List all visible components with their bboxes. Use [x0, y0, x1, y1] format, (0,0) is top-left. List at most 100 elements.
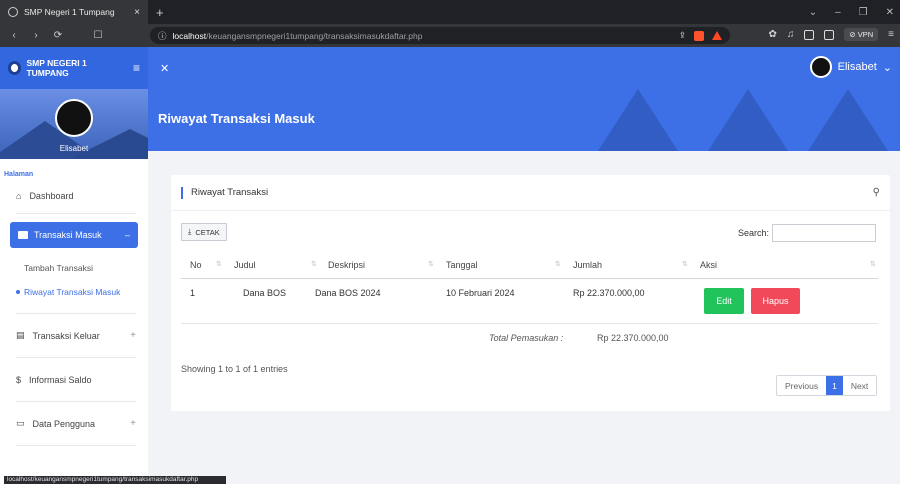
- download-icon: ⤓: [188, 227, 192, 236]
- avatar: [809, 56, 832, 78]
- chevron-down-icon[interactable]: ⌄: [809, 7, 817, 18]
- content-header: Riwayat Transaksi Masuk: [148, 89, 900, 151]
- hamburger-icon[interactable]: ≡: [133, 61, 140, 75]
- url-bar[interactable]: ⓘ localhost/keuangansmpnegeri1tumpang/tr…: [150, 27, 730, 44]
- entries-info: Showing 1 to 1 of 1 entries: [181, 364, 288, 374]
- sidebar-subitem-riwayat-transaksi-masuk[interactable]: Riwayat Transaksi Masuk: [0, 280, 148, 304]
- brave-shield-icon[interactable]: [694, 30, 704, 41]
- column-header-aksi[interactable]: Aksi: [700, 260, 717, 270]
- sidebar-subitem-label: Tambah Transaksi: [24, 263, 93, 273]
- table-header-divider: [181, 278, 878, 279]
- plus-icon: +: [130, 330, 136, 341]
- sidebar-item-label: Transaksi Keluar: [32, 330, 100, 341]
- close-window-button[interactable]: ✕: [886, 7, 894, 18]
- card-icon: [18, 231, 28, 239]
- restore-button[interactable]: ❐: [859, 7, 868, 18]
- total-label: Total Pemasukan :: [489, 333, 564, 343]
- user-name: Elisabet: [837, 61, 877, 73]
- browser-tab[interactable]: SMP Negeri 1 Tumpang ×: [0, 0, 148, 24]
- sidebar-user-name: Elisabet: [59, 144, 89, 153]
- column-header-no[interactable]: No: [190, 260, 202, 270]
- menu-icon[interactable]: ≡: [888, 29, 894, 40]
- tab-title: SMP Negeri 1 Tumpang: [24, 7, 115, 17]
- document-icon: ▤: [16, 330, 25, 340]
- sort-icon[interactable]: ⇅: [311, 260, 317, 268]
- reload-button[interactable]: ⟳: [52, 30, 64, 41]
- sort-icon[interactable]: ⇅: [870, 260, 876, 268]
- close-icon[interactable]: ×: [134, 7, 140, 18]
- card-title: Riwayat Transaksi: [191, 187, 269, 198]
- share-icon[interactable]: ⇪: [679, 30, 686, 41]
- info-icon[interactable]: ⓘ: [158, 30, 167, 42]
- status-bar-url: localhost/keuangansmpnegeri1tumpang/tran…: [4, 476, 226, 484]
- search-label: Search:: [738, 228, 770, 238]
- forward-button[interactable]: ›: [30, 30, 42, 41]
- new-tab-button[interactable]: +: [148, 0, 172, 24]
- sidebar-item-data-pengguna[interactable]: ▭ Data Pengguna +: [16, 402, 136, 446]
- search-input[interactable]: [772, 224, 876, 242]
- column-header-judul[interactable]: Judul: [234, 260, 256, 270]
- bookmark-icon[interactable]: ☐: [92, 30, 104, 41]
- sidebar-avatar: [55, 99, 93, 137]
- page-title: Riwayat Transaksi Masuk: [158, 111, 315, 126]
- home-icon: ⌂: [16, 190, 22, 201]
- user-menu[interactable]: Elisabet ⌄: [809, 56, 892, 78]
- id-card-icon: ▭: [16, 418, 25, 428]
- back-button[interactable]: ‹: [8, 30, 20, 41]
- column-header-tanggal[interactable]: Tanggal: [446, 260, 478, 270]
- card-header: Riwayat Transaksi ⚲: [171, 175, 890, 211]
- address-toolbar: ‹ › ⟳ ☐ ⓘ localhost/keuangansmpnegeri1tu…: [0, 24, 900, 47]
- minimize-button[interactable]: –: [835, 7, 841, 18]
- sidebar-item-transaksi-masuk[interactable]: Transaksi Masuk –: [10, 222, 138, 248]
- sort-icon[interactable]: ⇅: [216, 260, 222, 268]
- extensions-icon[interactable]: ✿: [768, 29, 776, 40]
- sort-icon[interactable]: ⇅: [428, 260, 434, 268]
- collapse-icon[interactable]: ✕: [160, 62, 169, 75]
- sidebar-banner: Elisabet: [0, 89, 148, 159]
- sidebar-item-label: Informasi Saldo: [29, 374, 92, 385]
- column-header-deskripsi[interactable]: Deskripsi: [328, 260, 365, 270]
- brand-name: SMP NEGERI 1 TUMPANG: [26, 58, 87, 78]
- sidebar-item-dashboard[interactable]: ⌂ Dashboard: [16, 178, 136, 214]
- cell-deskripsi: Dana BOS 2024: [315, 288, 381, 298]
- sidebar-subitem-tambah-transaksi[interactable]: Tambah Transaksi: [0, 256, 148, 280]
- brave-rewards-icon[interactable]: [712, 31, 722, 40]
- url-host: localhost: [172, 30, 207, 41]
- vpn-label: VPN: [857, 30, 874, 39]
- page-1-button[interactable]: 1: [826, 376, 843, 395]
- cell-judul: Dana BOS: [243, 288, 287, 298]
- dollar-icon: $: [16, 374, 22, 385]
- playlist-icon[interactable]: ♫: [787, 29, 795, 40]
- edit-button[interactable]: Edit: [704, 288, 744, 314]
- previous-page-button[interactable]: Previous: [777, 376, 827, 395]
- sort-icon[interactable]: ⇅: [682, 260, 688, 268]
- sidebar-item-label: Dashboard: [29, 190, 74, 201]
- transactions-card: Riwayat Transaksi ⚲ ⤓ CETAK Search: No ⇅…: [171, 175, 890, 411]
- sidebar-subitem-label: Riwayat Transaksi Masuk: [24, 287, 121, 297]
- school-logo-icon: [8, 61, 22, 75]
- card-accent-bar: [181, 186, 183, 199]
- active-dot-icon: [16, 290, 20, 294]
- globe-icon: [8, 7, 18, 17]
- url-path: /keuangansmpnegeri1tumpang/transaksimasu…: [206, 30, 423, 41]
- wallet-icon[interactable]: [824, 29, 835, 40]
- column-header-jumlah[interactable]: Jumlah: [573, 260, 602, 270]
- sidebar-item-transaksi-keluar[interactable]: ▤ Transaksi Keluar +: [16, 314, 136, 358]
- brand[interactable]: SMP NEGERI 1 TUMPANG ≡: [0, 47, 148, 89]
- sort-icon[interactable]: ⇅: [555, 260, 561, 268]
- next-page-button[interactable]: Next: [842, 376, 877, 395]
- total-value: Rp 22.370.000,00: [597, 333, 669, 343]
- print-button[interactable]: ⤓ CETAK: [181, 223, 227, 241]
- vpn-button[interactable]: ⊘ VPN: [844, 28, 879, 41]
- table-row-divider: [181, 323, 878, 324]
- plus-icon: +: [130, 418, 136, 429]
- delete-button[interactable]: Hapus: [751, 288, 800, 314]
- app-header: SMP NEGERI 1 TUMPANG ≡ ✕ Elisabet ⌄: [0, 47, 900, 89]
- sidebar-item-informasi-saldo[interactable]: $ Informasi Saldo: [16, 358, 136, 402]
- chevron-down-icon: ⌄: [882, 61, 892, 74]
- sidebar-icon[interactable]: [804, 29, 815, 40]
- sidebar-item-label: Transaksi Masuk: [34, 230, 102, 240]
- wrench-icon[interactable]: ⚲: [873, 187, 880, 198]
- toolbar-right: ✿ ♫ ⊘ VPN ≡: [768, 28, 894, 41]
- sidebar-item-label: Data Pengguna: [32, 418, 96, 429]
